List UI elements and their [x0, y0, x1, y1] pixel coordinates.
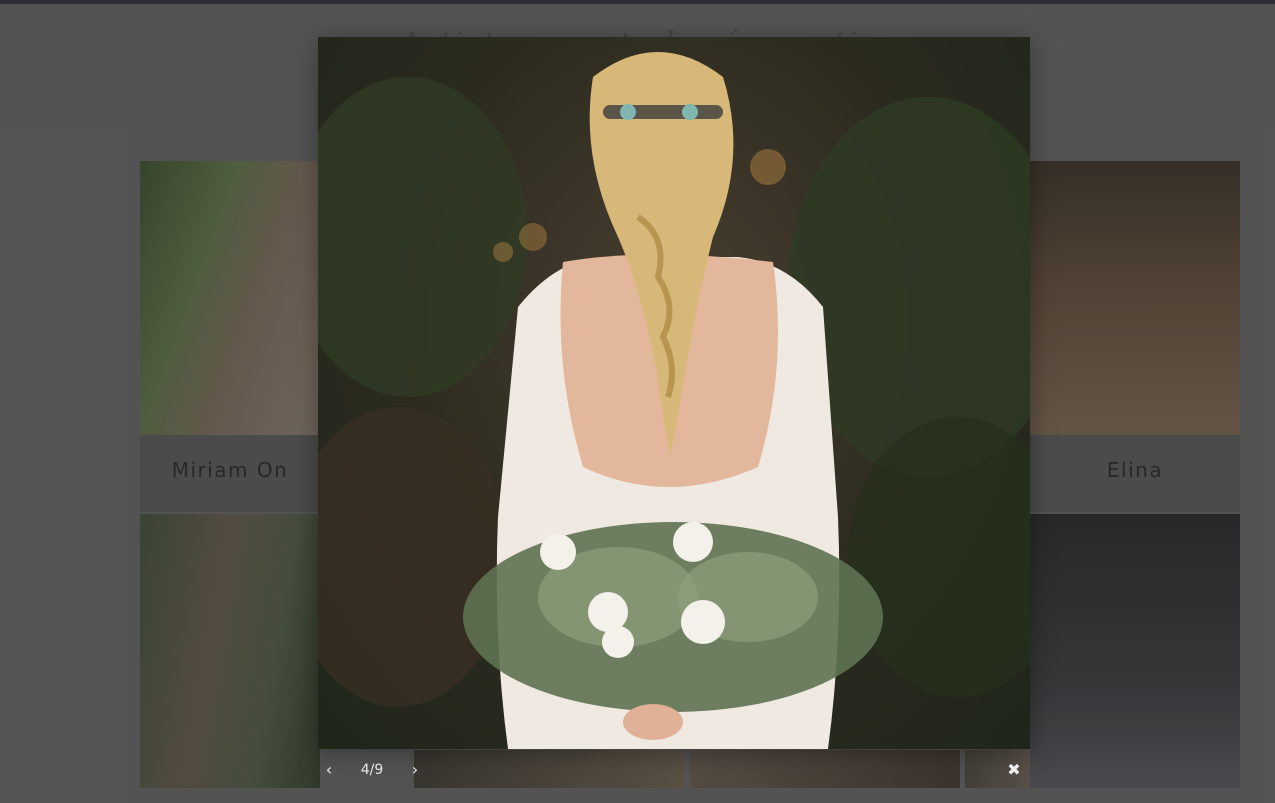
- bride-photo: [318, 52, 1030, 749]
- lightbox-controls: ‹ 4/9 › ✖: [318, 752, 1030, 788]
- chevron-right-icon[interactable]: ›: [404, 752, 426, 788]
- image-counter: 4/9: [360, 762, 384, 778]
- close-icon[interactable]: ✖: [1002, 752, 1026, 788]
- chevron-left-icon[interactable]: ‹: [318, 752, 340, 788]
- lightbox-image: [318, 37, 1030, 749]
